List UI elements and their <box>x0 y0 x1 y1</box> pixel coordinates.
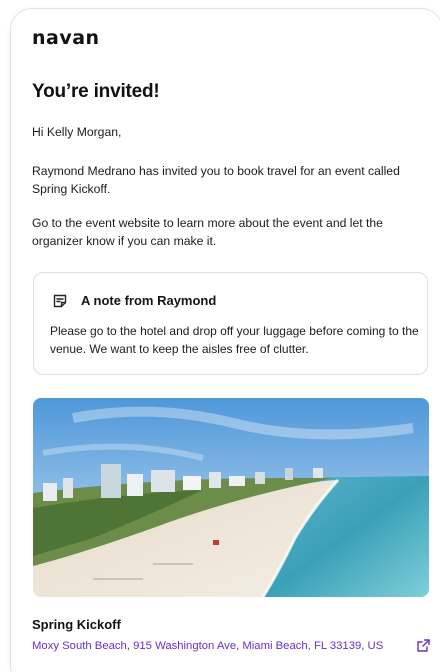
invite-text: Raymond Medrano has invited you to book … <box>32 164 400 196</box>
event-title: Spring Kickoff <box>32 617 121 632</box>
note-title: A note from Raymond <box>81 293 217 308</box>
navan-logo: navan <box>32 27 100 49</box>
event-location-photo <box>33 398 429 597</box>
page-title: You’re invited! <box>32 81 160 102</box>
note-icon <box>52 293 68 309</box>
event-address-link[interactable]: Moxy South Beach, 915 Washington Ave, Mi… <box>32 640 383 652</box>
greeting-text: Hi Kelly Morgan, <box>32 125 122 139</box>
note-body: Please go to the hotel and drop off your… <box>50 324 419 356</box>
external-link-icon[interactable] <box>416 638 431 653</box>
instructions-text: Go to the event website to learn more ab… <box>32 216 383 248</box>
note-card: A note from Raymond Please go to the hot… <box>33 272 428 375</box>
